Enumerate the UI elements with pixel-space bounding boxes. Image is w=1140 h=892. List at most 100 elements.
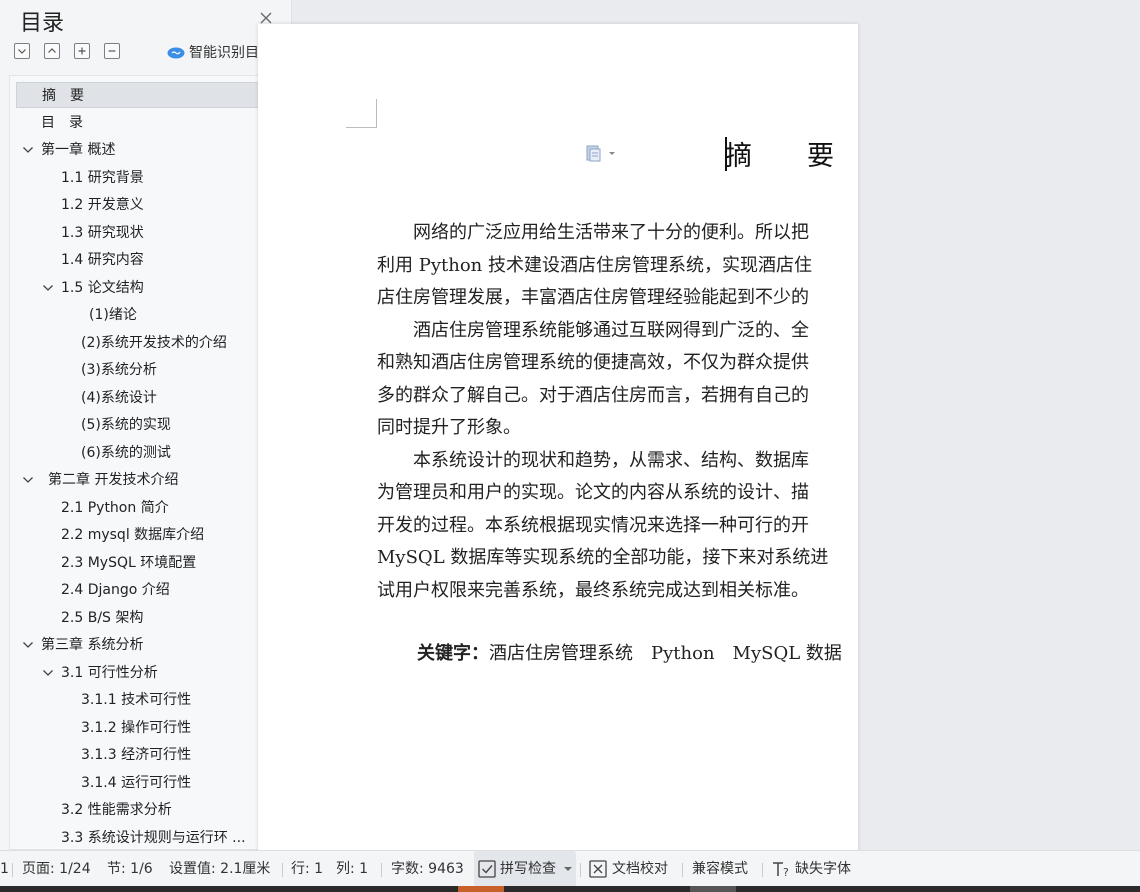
toc-item-label: 2.5 B/S 架构 [61, 609, 144, 626]
paste-options-icon[interactable] [586, 144, 616, 162]
keywords-text: 酒店住房管理系统 Python MySQL 数据 [489, 643, 842, 664]
toc-item-label: (3)系统分析 [81, 362, 157, 378]
toc-item-label: 3.1.1 技术可行性 [81, 692, 192, 708]
toc-item-label: 3.1.3 经济可行性 [81, 747, 192, 763]
dropdown-arrow-icon [564, 867, 572, 871]
toc-item-label: 3.1 可行性分析 [61, 664, 158, 681]
spell-check-button[interactable]: 拼写检查 [474, 851, 576, 887]
chevron-down-icon[interactable] [42, 668, 54, 678]
collapse-all-button[interactable] [44, 43, 60, 59]
toc-item-label: 第一章 概述 [41, 142, 116, 158]
status-left-num: 1 [0, 861, 9, 877]
toc-item-label: 1.4 研究内容 [61, 252, 144, 268]
keywords-line: 关键字：酒店住房管理系统 Python MySQL 数据 [417, 638, 842, 670]
toc-item[interactable]: 1.4 研究内容 [16, 247, 265, 273]
body-text-line: MySQL 数据库等实现系统的全部功能，接下来对系统进 [377, 547, 829, 568]
toc-item[interactable]: (4)系统设计 [16, 385, 265, 411]
status-col: 列: 1 [336, 861, 369, 877]
toc-item-label: 2.3 MySQL 环境配置 [61, 554, 197, 571]
body-text-line: 多的群众了解自己。对于酒店住房而言，若拥有自己的 [377, 384, 809, 406]
toc-item[interactable]: 摘 要 [16, 82, 265, 108]
toc-item-label: 2.1 Python 简介 [61, 499, 169, 516]
body-text-line: 本系统设计的现状和趋势，从需求、结构、数据库 [377, 449, 809, 471]
body-text-line: 利用 Python 技术建设酒店住房管理系统，实现酒店住 [377, 254, 812, 276]
toc-item-label: 1.1 研究背景 [61, 169, 144, 186]
proofread-icon [589, 860, 607, 878]
keywords-label: 关键字： [417, 643, 489, 664]
status-bar: 1 页面: 1/24 节: 1/6 设置值: 2.1厘米 行: 1 列: 1 字… [0, 850, 1140, 887]
toc-item[interactable]: 第三章 系统分析 [16, 632, 265, 658]
toc-item[interactable]: 1.5 论文结构 [16, 275, 265, 301]
toc-item[interactable]: 3.1.4 运行可行性 [16, 770, 265, 796]
toc-title: 目录 [20, 11, 65, 36]
toc-item-label: 1.2 开发意义 [61, 197, 144, 213]
toc-item[interactable]: 1.3 研究现状 [16, 220, 265, 246]
chevron-down-icon[interactable] [22, 145, 34, 155]
taskbar-item[interactable] [458, 886, 504, 892]
svg-text:?: ? [783, 866, 789, 878]
toc-item[interactable]: (5)系统的实现 [16, 412, 265, 438]
toc-item[interactable]: (2)系统开发技术的介绍 [16, 330, 265, 356]
doc-proof-button[interactable]: 文档校对 [589, 851, 679, 887]
plus-icon [78, 47, 86, 55]
missing-fonts-button[interactable]: ? 缺失字体 [772, 851, 872, 887]
add-heading-button[interactable] [74, 43, 90, 59]
toc-item-label: (5)系统的实现 [81, 417, 171, 433]
toc-item[interactable]: 1.2 开发意义 [16, 192, 265, 218]
body-text-line: 店住房管理发展，丰富酒店住房管理经验能起到不少的 [377, 287, 809, 308]
expand-all-button[interactable] [14, 43, 30, 59]
missing-fonts-label: 缺失字体 [795, 861, 851, 877]
toc-item-label: 1.3 研究现状 [61, 224, 144, 241]
toc-item[interactable]: 第一章 概述 [16, 137, 265, 163]
toc-item-label: (1)绪论 [89, 307, 137, 323]
toc-item-label: 摘 要 [42, 88, 84, 104]
body-text-line: 为管理员和用户的实现。论文的内容从系统的设计、描 [377, 482, 809, 503]
spell-check-label: 拼写检查 [500, 861, 556, 877]
toc-item[interactable]: 2.1 Python 简介 [16, 495, 265, 521]
chevron-up-icon [48, 48, 56, 53]
status-word-count[interactable]: 字数: 9463 [391, 851, 464, 887]
chevron-down-icon[interactable] [22, 475, 34, 485]
toc-item[interactable]: 3.3 系统设计规则与运行环 ... [16, 825, 265, 850]
document-page[interactable]: 网络的广泛应用给生活带来了十分的便利。所以把 利用 Python 技术建设酒店住房… [258, 24, 858, 854]
toc-item-label: (4)系统设计 [81, 389, 157, 406]
taskbar-item[interactable] [690, 886, 736, 892]
toc-item[interactable]: (6)系统的测试 [16, 440, 265, 466]
chevron-down-icon[interactable] [42, 283, 54, 293]
compat-mode[interactable]: 兼容模式 [692, 851, 748, 887]
toc-item[interactable]: 目 录 [16, 110, 265, 136]
status-section[interactable]: 节: 1/6 [107, 851, 153, 887]
toc-item[interactable]: 3.1.1 技术可行性 [16, 687, 265, 713]
toc-item-label: 第二章 开发技术介绍 [48, 472, 179, 488]
toc-item[interactable]: 2.4 Django 介绍 [16, 577, 265, 603]
toc-item-label: 第三章 系统分析 [41, 637, 144, 653]
toc-item[interactable]: 第二章 开发技术介绍 [16, 467, 265, 493]
chevron-down-icon[interactable] [22, 640, 34, 650]
toc-item[interactable]: 2.5 B/S 架构 [16, 605, 265, 631]
toc-item-label: 3.1.4 运行可行性 [81, 774, 192, 791]
status-setting[interactable]: 设置值: 2.1厘米 [169, 851, 270, 887]
toc-item-label: 目 录 [41, 114, 83, 131]
body-text-line: 酒店住房管理系统能够通过互联网得到广泛的、全 [377, 319, 809, 341]
toc-item[interactable]: 1.1 研究背景 [16, 165, 265, 191]
status-page[interactable]: 页面: 1/24 [22, 851, 91, 887]
toc-item[interactable]: 3.1.2 操作可行性 [16, 715, 265, 741]
toc-item[interactable]: 3.1.3 经济可行性 [16, 742, 265, 768]
toc-item[interactable]: 2.3 MySQL 环境配置 [16, 550, 265, 576]
toc-item-label: 3.3 系统设计规则与运行环 ... [61, 829, 246, 846]
page-margin-corner [346, 99, 377, 128]
status-row: 行: 1 [291, 861, 324, 877]
toc-item[interactable]: 3.2 性能需求分析 [16, 797, 265, 823]
chevron-down-icon [18, 49, 26, 54]
toc-item-label: 2.2 mysql 数据库介绍 [61, 527, 205, 543]
body-text-line: 试用户权限来完善系统，最终系统完成达到相关标准。 [377, 579, 809, 601]
document-title: 摘 要 [725, 141, 848, 172]
toc-item[interactable]: (1)绪论 [16, 302, 265, 328]
toc-item[interactable]: 3.1 可行性分析 [16, 660, 265, 686]
toc-item[interactable]: 2.2 mysql 数据库介绍 [16, 522, 265, 548]
body-text-line: 同时提升了形象。 [377, 417, 521, 438]
toc-item[interactable]: (3)系统分析 [16, 357, 265, 383]
remove-heading-button[interactable] [104, 43, 120, 59]
toc-item-label: 2.4 Django 介绍 [61, 582, 170, 598]
taskbar [0, 886, 1140, 892]
